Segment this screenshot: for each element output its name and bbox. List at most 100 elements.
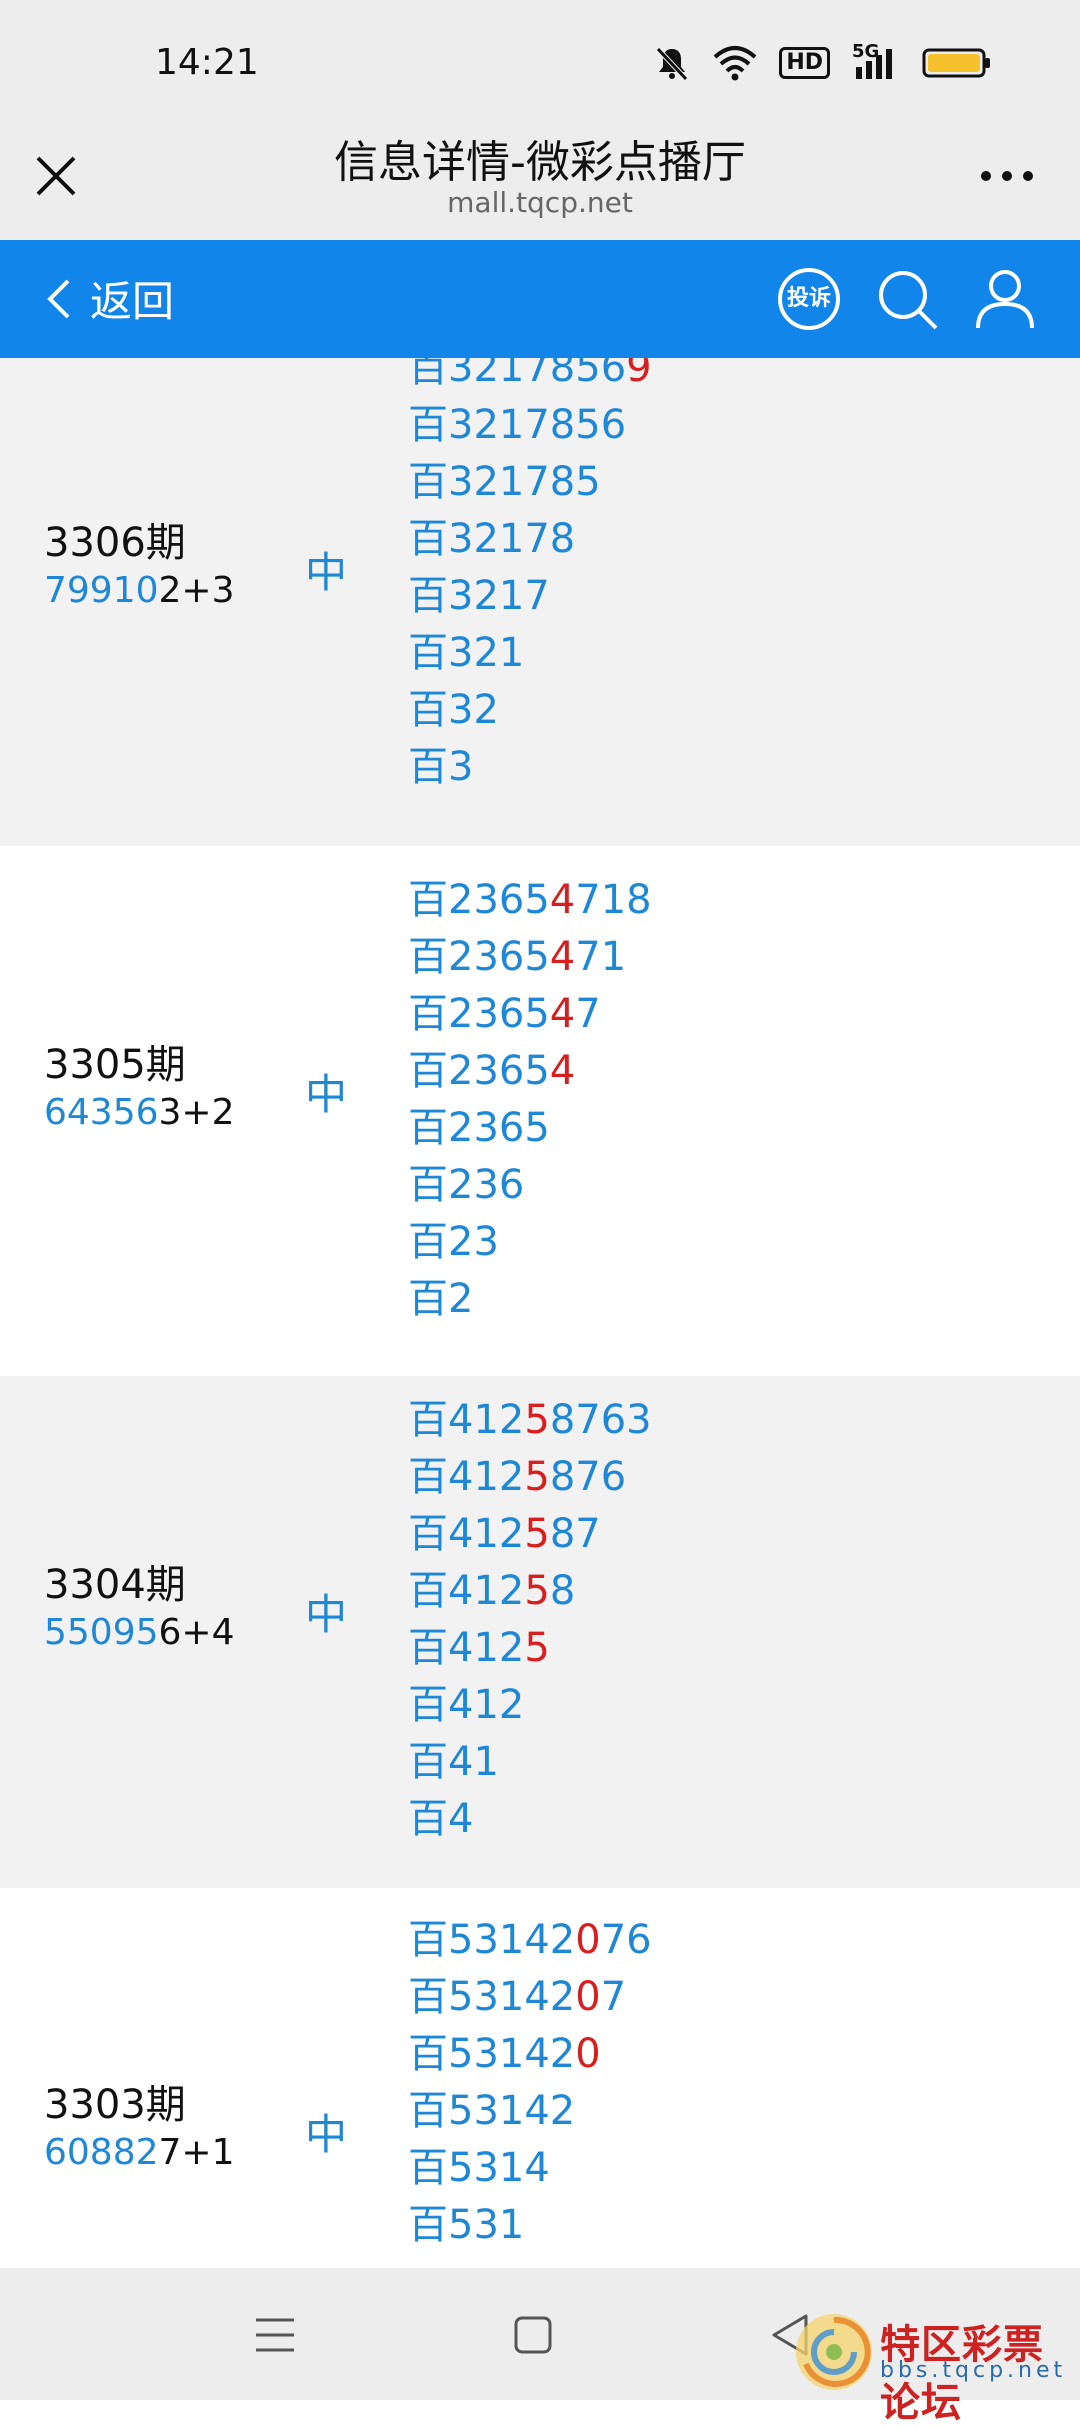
wifi-icon xyxy=(713,46,757,81)
more-icon[interactable] xyxy=(972,148,1042,204)
line-prefix: 百 xyxy=(408,1276,448,1322)
line-hit-digit: 0 xyxy=(575,1974,601,2020)
prediction-line: 百41 xyxy=(408,1734,652,1791)
prediction-list: 百41258763 百4125876 百412587 百41258 百4125 … xyxy=(408,1392,652,1848)
line-digits: 3217856 xyxy=(448,358,627,391)
result-row-3304: 3304期 550956+4 中 百41258763 百4125876 百412… xyxy=(0,1376,1080,1888)
line-prefix: 百 xyxy=(408,1739,448,1785)
prediction-line: 百412 xyxy=(408,1677,652,1734)
complaint-label: 投诉 xyxy=(786,286,831,311)
prediction-list: 百53142076 百5314207 百531420 百53142 百5314 … xyxy=(408,1912,652,2254)
draw-highlight: 55095 xyxy=(44,1612,159,1653)
hd-icon: HD xyxy=(779,47,830,79)
line-digits: 2365 xyxy=(448,877,550,923)
draw-highlight: 79910 xyxy=(44,570,159,611)
prediction-line: 百23 xyxy=(408,1214,652,1271)
prediction-line: 百412587 xyxy=(408,1506,652,1563)
line-digits: 236 xyxy=(448,1162,525,1208)
menu-icon[interactable] xyxy=(248,2308,302,2362)
prediction-line: 百3217856 xyxy=(408,397,652,454)
line-prefix: 百 xyxy=(408,2031,448,2077)
prediction-line: 百23654 xyxy=(408,1043,652,1100)
line-digits: 53142 xyxy=(448,1917,576,1963)
line-prefix: 百 xyxy=(408,991,448,1037)
prediction-line: 百321 xyxy=(408,625,652,682)
prediction-list: 百23654718 百2365471 百236547 百23654 百2365 … xyxy=(408,872,652,1328)
line-digits: 2365 xyxy=(448,1048,550,1094)
draw-rest: 7+1 xyxy=(158,2132,235,2173)
line-digits: 412 xyxy=(448,1454,525,1500)
line-digits: 2365 xyxy=(448,1105,550,1151)
hd-label: HD xyxy=(786,50,823,75)
user-icon[interactable] xyxy=(972,266,1038,332)
prediction-line: 百32 xyxy=(408,682,652,739)
status-time: 14:21 xyxy=(155,42,259,83)
period-label: 3303期 xyxy=(44,2082,186,2128)
line-digits: 412 xyxy=(448,1397,525,1443)
line-prefix: 百 xyxy=(408,1454,448,1500)
draw-highlight: 60882 xyxy=(44,2132,159,2173)
line-digits: 412 xyxy=(448,1568,525,1614)
line-digits: 2365 xyxy=(448,991,550,1037)
result-row-3305: 3305期 643563+2 中 百23654718 百2365471 百236… xyxy=(0,856,1080,1368)
line-prefix: 百 xyxy=(408,1974,448,2020)
draw-numbers: 550956+4 xyxy=(44,1612,235,1653)
line-prefix: 百 xyxy=(408,1105,448,1151)
prediction-line: 百23654718 xyxy=(408,872,652,929)
line-prefix: 百 xyxy=(408,1625,448,1671)
back-label: 返回 xyxy=(90,277,175,326)
prediction-line: 百5314207 xyxy=(408,1969,652,2026)
prediction-line: 百5314 xyxy=(408,2140,652,2197)
line-prefix: 百 xyxy=(408,1162,448,1208)
result-row-3306: 3306期 799102+3 中 百32178569 百3217856 百321… xyxy=(0,358,1080,846)
page-title: 信息详情-微彩点播厅 xyxy=(334,137,746,188)
line-tail-digits: 7 xyxy=(575,991,601,1037)
line-prefix: 百 xyxy=(408,1682,448,1728)
result-status: 中 xyxy=(305,2110,348,2159)
line-hit-digit: 9 xyxy=(626,358,652,391)
prediction-line: 百531 xyxy=(408,2197,652,2254)
back-button[interactable]: 返回 xyxy=(42,268,174,329)
line-digits: 53142 xyxy=(448,2088,576,2134)
period-label: 3306期 xyxy=(44,520,186,566)
prediction-line: 百41258 xyxy=(408,1563,652,1620)
line-prefix: 百 xyxy=(408,1219,448,1265)
line-digits: 321785 xyxy=(448,459,601,505)
line-digits: 41 xyxy=(448,1739,499,1785)
draw-highlight: 64356 xyxy=(44,1092,159,1133)
prediction-line: 百3217 xyxy=(408,568,652,625)
line-prefix: 百 xyxy=(408,687,448,733)
prediction-line: 百531420 xyxy=(408,2026,652,2083)
line-digits: 32178 xyxy=(448,516,576,562)
search-icon[interactable] xyxy=(874,266,940,332)
line-digits: 5314 xyxy=(448,2145,550,2191)
complaint-button[interactable]: 投诉 xyxy=(776,266,842,332)
prediction-line: 百236547 xyxy=(408,986,652,1043)
forum-watermark: 特区彩票论坛 bbs.tqcp.net xyxy=(790,2300,1080,2426)
line-digits: 3217 xyxy=(448,573,550,619)
line-prefix: 百 xyxy=(408,1048,448,1094)
line-digits: 53142 xyxy=(448,2031,576,2077)
line-hit-digit: 4 xyxy=(549,934,576,980)
browser-title-bar: 信息详情-微彩点播厅 mall.tqcp.net xyxy=(0,118,1080,240)
line-prefix: 百 xyxy=(408,358,448,391)
line-tail-digits: 718 xyxy=(575,877,652,923)
draw-numbers: 643563+2 xyxy=(44,1092,235,1133)
line-prefix: 百 xyxy=(408,573,448,619)
line-digits: 412 xyxy=(448,1511,525,1557)
line-digits: 321 xyxy=(448,630,525,676)
line-prefix: 百 xyxy=(408,1397,448,1443)
line-prefix: 百 xyxy=(408,516,448,562)
prediction-line: 百32178 xyxy=(408,511,652,568)
line-prefix: 百 xyxy=(408,1511,448,1557)
app-toolbar: 返回 投诉 xyxy=(0,240,1080,358)
status-bar: 14:21 HD 5G xyxy=(0,0,1080,118)
line-digits: 2365 xyxy=(448,934,550,980)
line-prefix: 百 xyxy=(408,1917,448,1963)
draw-numbers: 799102+3 xyxy=(44,570,235,611)
line-digits: 531 xyxy=(448,2202,525,2248)
line-digits: 412 xyxy=(448,1625,525,1671)
prediction-line: 百321785 xyxy=(408,454,652,511)
home-icon[interactable] xyxy=(506,2308,560,2362)
line-tail-digits: 71 xyxy=(575,934,627,980)
